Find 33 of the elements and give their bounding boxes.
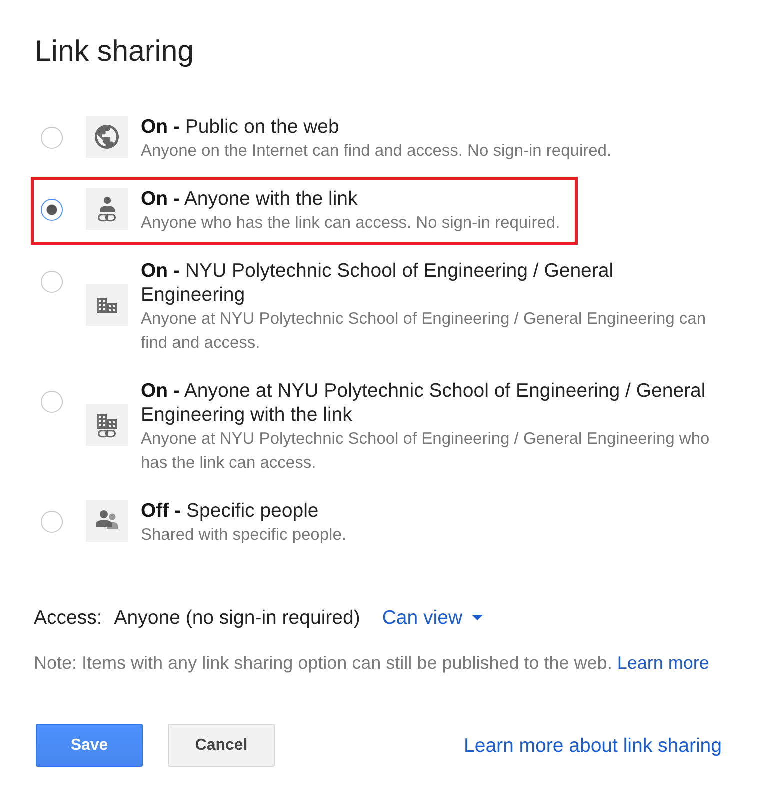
caret-icon	[472, 615, 483, 621]
option-title: On - Public on the web	[141, 115, 340, 139]
sharing-option[interactable]: Off - Specific people Shared with specific people.	[31, 489, 364, 557]
globe-icon	[86, 116, 128, 158]
option-description: Anyone on the Internet can find and access. No sign-in required.	[141, 141, 612, 162]
option-description: Anyone who has the link can access. No sign-in required.	[141, 213, 560, 234]
building-icon	[86, 284, 128, 326]
radio-button[interactable]	[41, 391, 63, 413]
radio-button[interactable]	[41, 271, 63, 293]
cancel-button[interactable]: Cancel	[168, 724, 275, 767]
radio-button[interactable]	[41, 511, 63, 533]
access-label: Access:	[34, 606, 102, 630]
option-description: Anyone at NYU Polytechnic School of Engineering / General Engineering can find and access.	[141, 309, 708, 354]
option-title: On - Anyone at NYU Polytechnic School of Engineering / General Engineering with the link	[141, 379, 707, 427]
building-link-icon	[86, 404, 128, 446]
sharing-option[interactable]: On - Anyone at NYU Polytechnic School of Engineering / General Engineering with the link Anyone at NYU Polytechnic School of Engineering / General Engineering who has the link can access.	[31, 369, 739, 485]
option-description: Anyone at NYU Polytechnic School of Engineering / General Engineering who has the link can access.	[141, 429, 711, 474]
option-description: Shared with specific people.	[141, 525, 346, 546]
option-title: On - NYU Polytechnic School of Engineering / General Engineering	[141, 259, 615, 307]
sharing-option[interactable]: On - NYU Polytechnic School of Engineering / General Engineering Anyone at NYU Polytechnic School of Engineering / General Engineering can find and access.	[31, 249, 739, 365]
sharing-option[interactable]: On - Public on the web Anyone on the Internet can find and access. No sign-in required.	[31, 105, 630, 173]
person-link-icon	[86, 188, 128, 230]
radio-button[interactable]	[41, 199, 63, 221]
radio-button[interactable]	[41, 127, 63, 149]
access-value: Anyone (no sign-in required)	[114, 606, 360, 630]
option-title: Off - Specific people	[141, 499, 319, 523]
note-text: Note: Items with any link sharing option can still be published to the web. Learn more	[34, 652, 710, 675]
learn-more-link[interactable]: Learn more	[617, 653, 710, 673]
option-title: On - Anyone with the link	[141, 187, 358, 211]
people-icon	[86, 500, 128, 542]
permission-dropdown[interactable]: Can view	[382, 606, 483, 630]
help-link[interactable]: Learn more about link sharing	[464, 734, 722, 758]
dialog-title: Link sharing	[35, 35, 194, 69]
